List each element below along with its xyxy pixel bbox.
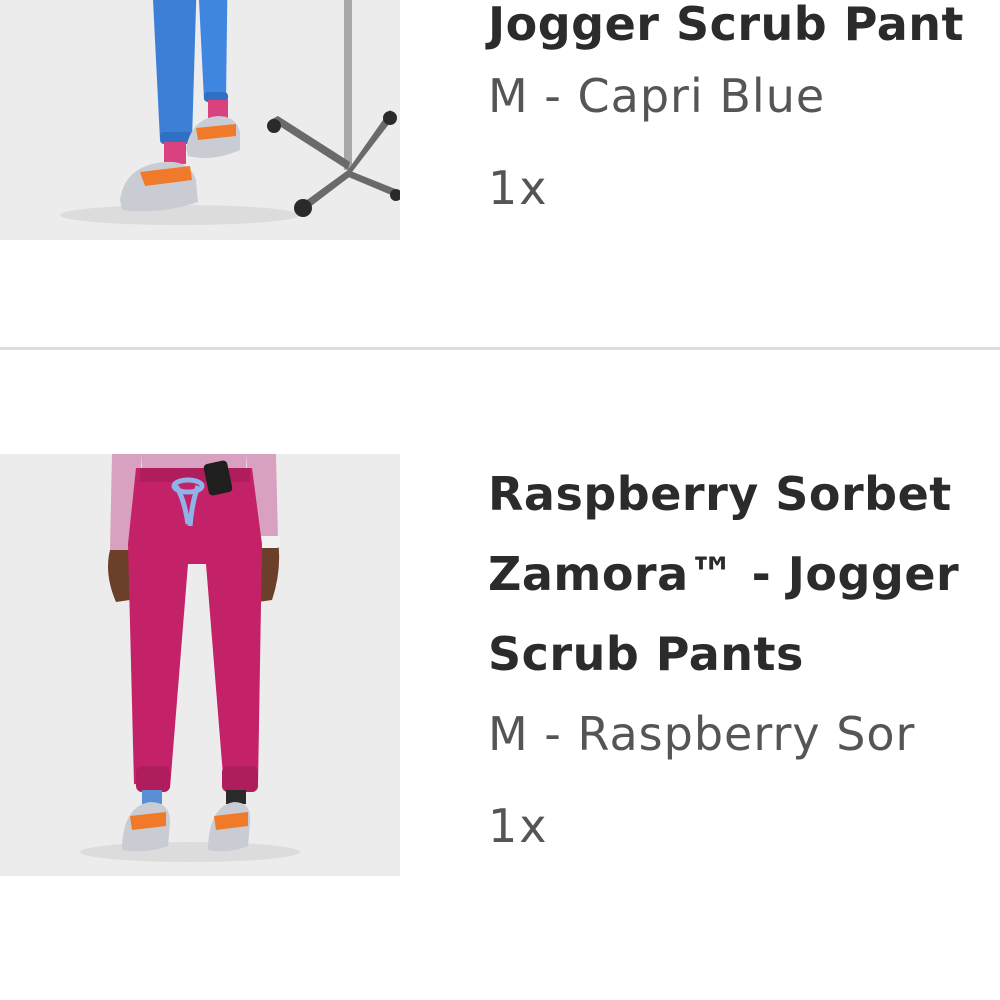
product-name[interactable]: Raspberry Sorbet Zamora™ - Jogger Scrub …: [488, 454, 1000, 694]
product-quantity: 1x: [488, 161, 549, 215]
item-info: Jogger Scrub Pant M - Capri Blue 1x: [488, 0, 1000, 218]
product-quantity: 1x: [488, 799, 549, 853]
cart-page: Jogger Scrub Pant M - Capri Blue 1x Rasp…: [0, 0, 1000, 1000]
product-photo-capri-blue: [0, 0, 400, 240]
product-name[interactable]: Jogger Scrub Pant: [488, 0, 1000, 64]
product-photo-raspberry-sorbet: [0, 454, 400, 876]
product-image[interactable]: [0, 0, 400, 240]
cart-item[interactable]: Raspberry Sorbet Zamora™ - Jogger Scrub …: [0, 454, 1000, 934]
item-divider: [0, 347, 1000, 350]
product-image[interactable]: [0, 454, 400, 876]
product-variant: M - Raspberry Sor: [488, 707, 916, 761]
product-variant: M - Capri Blue: [488, 69, 826, 123]
cart-item[interactable]: Jogger Scrub Pant M - Capri Blue 1x: [0, 0, 1000, 300]
item-info: Raspberry Sorbet Zamora™ - Jogger Scrub …: [488, 454, 1000, 856]
